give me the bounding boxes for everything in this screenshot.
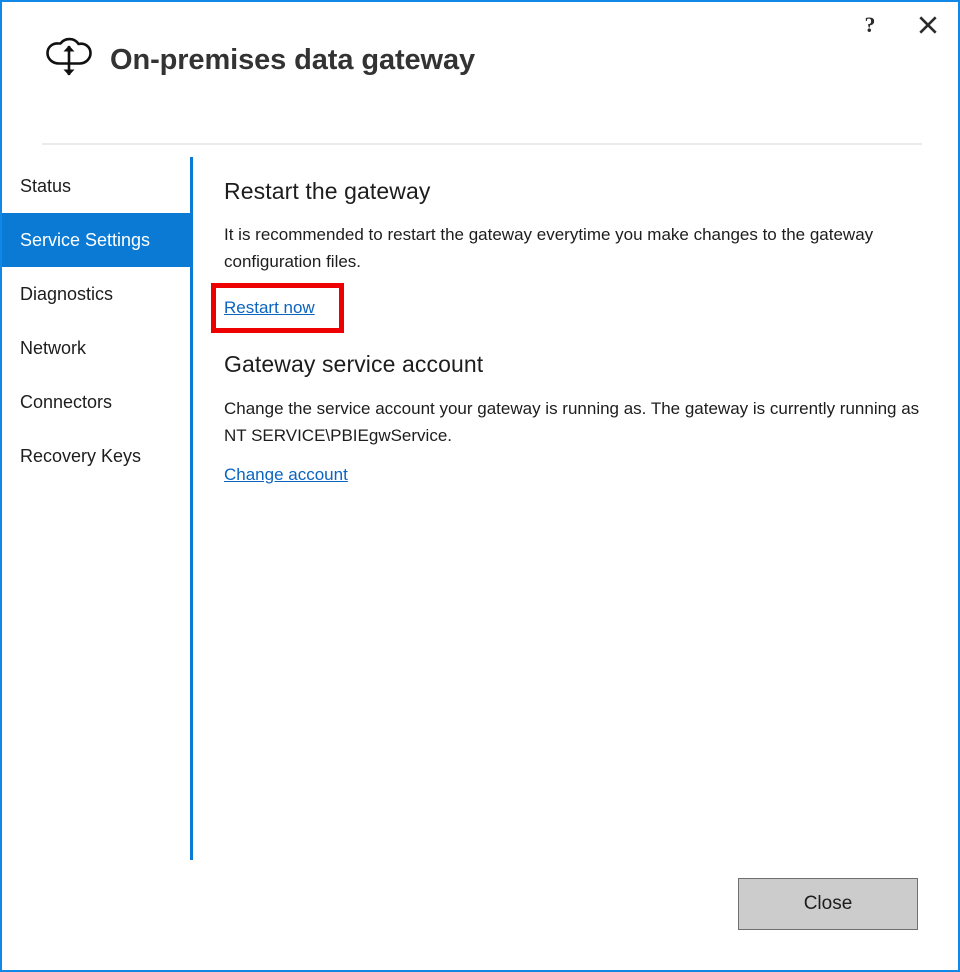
sidebar-item-label: Network (20, 338, 86, 359)
sidebar-accent-rule (190, 157, 193, 860)
title-bar: ? On-premises data gateway (2, 2, 958, 102)
sidebar-item-label: Service Settings (20, 230, 150, 251)
help-button[interactable]: ? (850, 8, 890, 42)
header-divider (42, 143, 922, 145)
sidebar-item-recovery-keys[interactable]: Recovery Keys (2, 429, 192, 483)
sidebar-item-label: Connectors (20, 392, 112, 413)
close-window-button[interactable] (908, 8, 948, 42)
sidebar-item-service-settings[interactable]: Service Settings (2, 213, 192, 267)
close-icon (918, 15, 938, 35)
sidebar-item-label: Diagnostics (20, 284, 113, 305)
gateway-window: ? On-premises data gateway (0, 0, 960, 972)
sidebar-item-connectors[interactable]: Connectors (2, 375, 192, 429)
sidebar-item-status[interactable]: Status (2, 159, 192, 213)
change-account-link[interactable]: Change account (224, 465, 348, 485)
restart-section-heading: Restart the gateway (224, 178, 430, 205)
close-button[interactable]: Close (738, 878, 918, 930)
restart-now-highlight-box: Restart now (211, 283, 344, 333)
app-branding: On-premises data gateway (40, 34, 475, 86)
gateway-service-account-heading: Gateway service account (224, 351, 483, 378)
sidebar-item-diagnostics[interactable]: Diagnostics (2, 267, 192, 321)
restart-section-description: It is recommended to restart the gateway… (224, 221, 924, 275)
restart-now-link[interactable]: Restart now (224, 298, 315, 318)
sidebar-item-label: Recovery Keys (20, 446, 141, 467)
sidebar-item-network[interactable]: Network (2, 321, 192, 375)
page-title: On-premises data gateway (110, 44, 475, 77)
gateway-service-account-description: Change the service account your gateway … (224, 395, 924, 449)
window-controls: ? (850, 8, 948, 42)
sidebar-item-label: Status (20, 176, 71, 197)
sidebar-nav: Status Service Settings Diagnostics Netw… (2, 159, 192, 483)
cloud-sync-icon (40, 34, 100, 86)
